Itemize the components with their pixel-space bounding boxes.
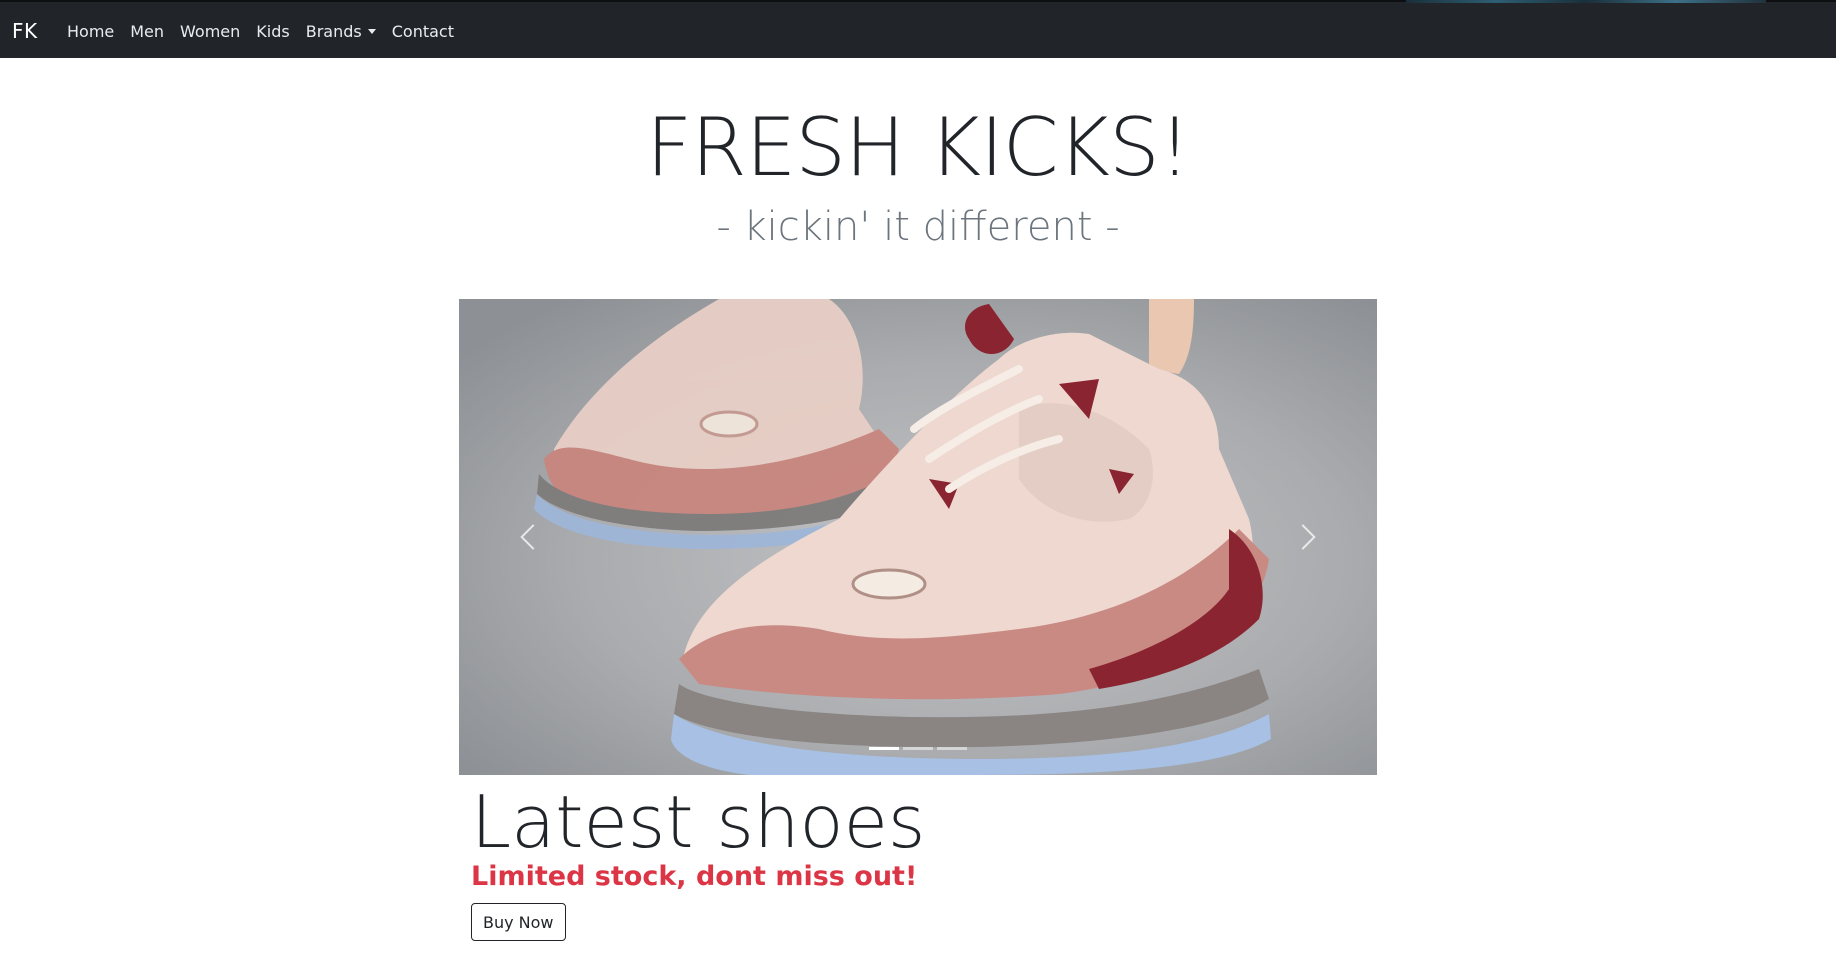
nav-link-women[interactable]: Women (172, 22, 248, 41)
nav-link-men[interactable]: Men (122, 22, 172, 41)
chevron-left-icon (520, 524, 546, 550)
nav-link-contact[interactable]: Contact (384, 22, 462, 41)
carousel-indicator-1[interactable] (869, 747, 899, 750)
carousel-next-button[interactable] (1239, 299, 1377, 775)
image-carousel[interactable] (459, 299, 1377, 775)
navbar: FK Home Men Women Kids Brands Contact (0, 0, 1836, 58)
limited-stock-notice: Limited stock, dont miss out! (471, 861, 918, 892)
navbar-top-strip (1406, 0, 1766, 3)
chevron-right-icon (1290, 524, 1316, 550)
carousel-indicators (459, 747, 1377, 750)
brand-logo[interactable]: FK (12, 19, 38, 43)
hero-subtitle: - kickin' it different - (716, 204, 1120, 250)
carousel-indicator-3[interactable] (937, 747, 967, 750)
nav-link-brands-dropdown[interactable]: Brands (298, 22, 384, 41)
nav-link-home[interactable]: Home (59, 22, 122, 41)
hero-title: FRESH KICKS! (646, 101, 1191, 194)
caret-down-icon (367, 28, 376, 34)
nav-link-brands-label: Brands (305, 21, 362, 41)
carousel-indicator-2[interactable] (903, 747, 933, 750)
nav-links: Home Men Women Kids Brands Contact (59, 2, 462, 60)
carousel-prev-button[interactable] (459, 299, 597, 775)
buy-now-button[interactable]: Buy Now (471, 903, 566, 941)
nav-link-kids[interactable]: Kids (248, 22, 297, 41)
latest-shoes-heading: Latest shoes (471, 780, 926, 864)
